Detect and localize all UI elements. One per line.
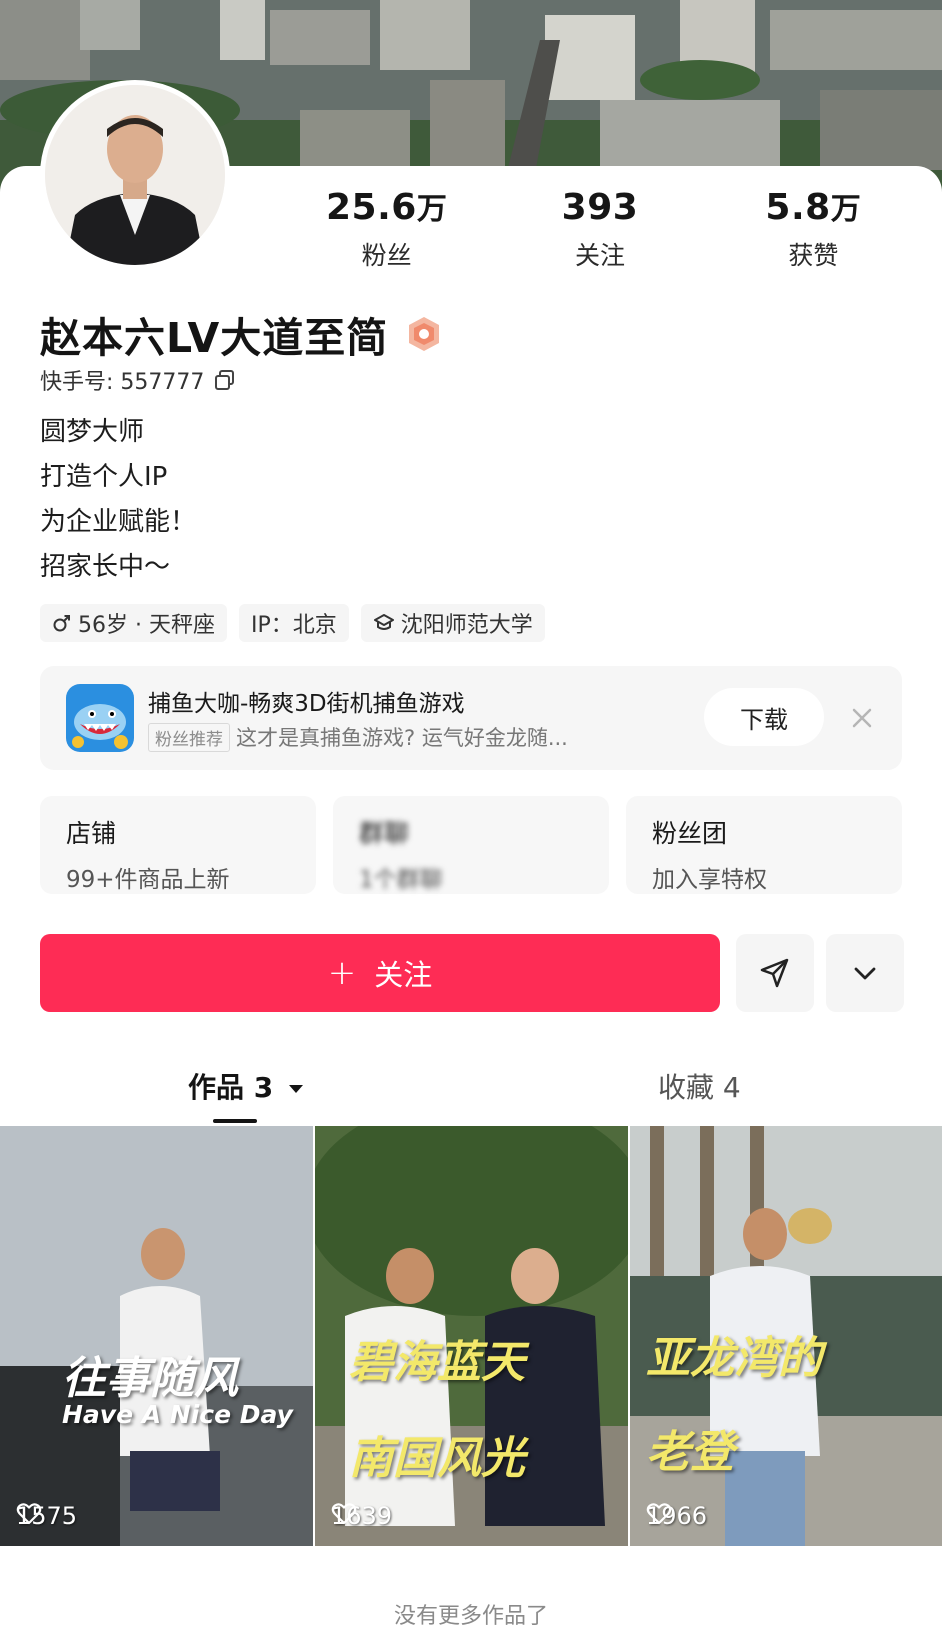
content-tabs: 作品 3 收藏 4 (0, 1058, 942, 1128)
caret-down-icon (288, 1085, 303, 1093)
heart-icon (646, 1503, 672, 1525)
stat-label: 关注 (574, 241, 625, 270)
feature-title: 群聊 (359, 819, 410, 848)
feature-fan-club[interactable]: 粉丝团 加入享特权 (626, 796, 902, 894)
share-button[interactable] (736, 934, 814, 1012)
bio: 圆梦大师 打造个人IP 为企业赋能！ 招家长中～ (40, 410, 196, 590)
bio-line: 打造个人IP (40, 462, 168, 492)
tag-text: 56岁 · 天秤座 (78, 613, 215, 638)
stat-label: 获赞 (788, 241, 839, 270)
video-caption-secondary: 老登 (646, 1427, 734, 1478)
tag-ip: IP：北京 (238, 604, 349, 642)
no-more-works-text: 没有更多作品了 (393, 1604, 548, 1629)
video-caption: 往事随风 (62, 1353, 238, 1404)
video-likes: 1575 (16, 1502, 77, 1530)
stat-label: 粉丝 (361, 241, 412, 270)
video-caption: 亚龙湾的 (646, 1333, 822, 1384)
feature-subtitle: 1个群聊 (359, 867, 443, 893)
tab-works[interactable]: 作品 3 (188, 1066, 305, 1106)
ad-subtitle: 这才是真捕鱼游戏? 运气好金龙随... (236, 726, 568, 750)
heart-icon (331, 1503, 357, 1525)
copy-icon[interactable] (214, 369, 236, 391)
follow-label: 关注 (374, 958, 433, 992)
bio-line: 为企业赋能！ (40, 507, 197, 537)
plus-icon: + (327, 953, 357, 993)
feature-title: 店铺 (66, 819, 117, 848)
tab-works-label: 作品 3 (188, 1071, 274, 1104)
video-grid: 往事随风 Have A Nice Day 1575 碧海蓝天 南国风光 1639 (0, 1126, 942, 1546)
send-icon (760, 958, 789, 988)
close-icon[interactable] (846, 702, 878, 734)
follow-button[interactable]: + 关注 (40, 934, 720, 1012)
male-icon (53, 615, 70, 632)
stat-unit: 万 (416, 192, 448, 227)
stat-unit: 万 (830, 192, 862, 227)
ad-subtitle-row: 粉丝推荐 这才是真捕鱼游戏? 运气好金龙随... (148, 722, 568, 752)
tag-school[interactable]: 沈阳师范大学 (360, 604, 545, 642)
bio-line: 圆梦大师 (40, 417, 145, 447)
stat-likes[interactable]: 5.8万 获赞 (707, 186, 920, 276)
heart-icon (16, 1503, 42, 1525)
profile-tags: 56岁 · 天秤座 IP：北京 沈阳师范大学 (40, 604, 557, 642)
name-row: 赵本六LV大道至简 (40, 304, 442, 364)
tag-age: 56岁 · 天秤座 (40, 604, 227, 642)
school-icon (373, 614, 394, 630)
feature-subtitle: 加入享特权 (652, 867, 767, 893)
display-name: 赵本六LV大道至简 (40, 314, 389, 362)
profile-stats: 25.6万 粉丝 393 关注 5.8万 获赞 (280, 186, 920, 276)
stat-value: 5.8 (765, 187, 831, 228)
download-button[interactable]: 下载 (704, 688, 824, 746)
stat-value: 25.6 (326, 187, 417, 228)
ad-title: 捕鱼大咖-畅爽3D街机捕鱼游戏 (148, 691, 465, 717)
feature-title: 粉丝团 (652, 819, 728, 848)
more-button[interactable] (826, 934, 904, 1012)
video-caption: 碧海蓝天 (349, 1337, 525, 1388)
account-id: 快手号: 557777 (40, 364, 236, 396)
tag-text: IP：北京 (250, 613, 337, 638)
tag-text: 沈阳师范大学 (400, 613, 533, 638)
game-app-icon (66, 684, 134, 752)
video-caption-secondary: 南国风光 (349, 1433, 525, 1484)
video-thumbnail[interactable]: 亚龙湾的 老登 1966 (630, 1126, 942, 1546)
game-ad-banner[interactable]: 捕鱼大咖-畅爽3D街机捕鱼游戏 粉丝推荐 这才是真捕鱼游戏? 运气好金龙随...… (40, 666, 902, 770)
bio-line: 招家长中～ (40, 552, 171, 582)
video-thumbnail[interactable]: 往事随风 Have A Nice Day 1575 (0, 1126, 313, 1546)
feature-subtitle: 99+件商品上新 (66, 867, 230, 893)
feature-group-chat[interactable]: 群聊 1个群聊 (333, 796, 609, 894)
stat-value: 393 (561, 187, 639, 228)
video-likes: 1639 (331, 1502, 392, 1530)
tab-favorites[interactable]: 收藏 4 (658, 1066, 741, 1106)
stat-followers[interactable]: 25.6万 粉丝 (280, 186, 493, 276)
tab-indicator (213, 1119, 257, 1123)
feature-cards: 店铺 99+件商品上新 群聊 1个群聊 粉丝团 加入享特权 (40, 796, 902, 894)
chevron-down-icon (854, 967, 876, 980)
stat-following[interactable]: 393 关注 (493, 186, 706, 276)
video-caption-secondary: Have A Nice Day (62, 1400, 293, 1429)
video-likes: 1966 (646, 1502, 707, 1530)
level-badge-icon[interactable] (406, 315, 442, 353)
ad-tag: 粉丝推荐 (148, 722, 230, 752)
account-id-text: 快手号: 557777 (40, 370, 205, 395)
avatar[interactable] (40, 80, 230, 270)
feature-shop[interactable]: 店铺 99+件商品上新 (40, 796, 316, 894)
video-thumbnail[interactable]: 碧海蓝天 南国风光 1639 (315, 1126, 628, 1546)
